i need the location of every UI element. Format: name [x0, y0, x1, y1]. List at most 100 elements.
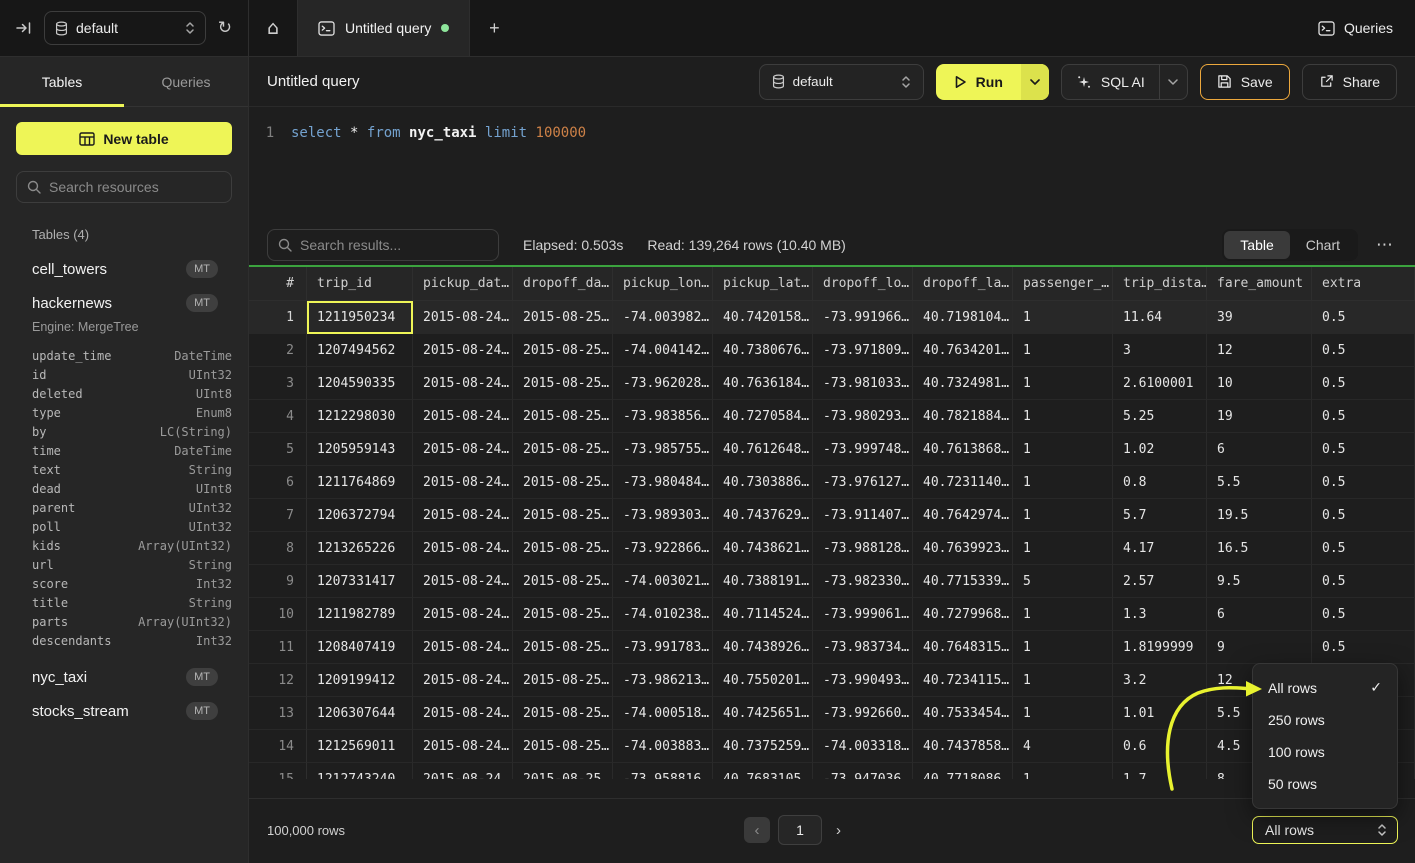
refresh-button[interactable]: ↻	[218, 18, 232, 38]
table-cell[interactable]: -73.999748…	[813, 433, 913, 466]
table-cell[interactable]: 0.5	[1312, 466, 1415, 499]
table-cell[interactable]: 0.5	[1312, 499, 1415, 532]
table-cell[interactable]: 2015-08-24…	[413, 763, 513, 779]
column-header[interactable]: dropoff_da…	[513, 267, 613, 300]
row-number[interactable]: 12	[249, 664, 307, 697]
table-cell[interactable]: 0.5	[1312, 367, 1415, 400]
table-cell[interactable]: 40.7437858…	[913, 730, 1013, 763]
table-cell[interactable]: 6	[1207, 598, 1312, 631]
page-size-option[interactable]: 250 rows	[1253, 704, 1397, 736]
queries-button[interactable]: Queries	[1318, 20, 1393, 36]
table-cell[interactable]: -73.983734…	[813, 631, 913, 664]
table-row[interactable]: 912073314172015-08-24…2015-08-25…-74.003…	[249, 565, 1415, 598]
table-cell[interactable]: 3	[1113, 334, 1207, 367]
sql-editor[interactable]: 1 select * from nyc_taxi limit 100000	[249, 107, 1415, 225]
row-number[interactable]: 9	[249, 565, 307, 598]
table-cell[interactable]: 0.5	[1312, 532, 1415, 565]
table-cell[interactable]: -73.976127…	[813, 466, 913, 499]
table-cell[interactable]: 40.7533454…	[913, 697, 1013, 730]
table-cell[interactable]: 5	[1013, 565, 1113, 598]
table-cell[interactable]: 1208407419	[307, 631, 413, 664]
table-cell[interactable]: 11.64	[1113, 301, 1207, 334]
table-cell[interactable]: 1204590335	[307, 367, 413, 400]
table-row[interactable]: 1112084074192015-08-24…2015-08-25…-73.99…	[249, 631, 1415, 664]
table-cell[interactable]: 12	[1207, 334, 1312, 367]
tab-home[interactable]: ⌂	[249, 0, 297, 56]
table-cell[interactable]: 19	[1207, 400, 1312, 433]
table-cell[interactable]: 1	[1013, 499, 1113, 532]
table-cell[interactable]: 2015-08-24…	[413, 499, 513, 532]
table-cell[interactable]: 2015-08-25…	[513, 763, 613, 779]
table-cell[interactable]: -73.980293…	[813, 400, 913, 433]
query-database-selector[interactable]: default	[759, 64, 924, 100]
table-cell[interactable]: 40.7425651…	[713, 697, 813, 730]
table-cell[interactable]: 2015-08-24…	[413, 565, 513, 598]
table-cell[interactable]: 0.5	[1312, 301, 1415, 334]
search-resources-input[interactable]	[49, 179, 230, 195]
table-cell[interactable]: 1	[1013, 433, 1113, 466]
table-cell[interactable]: 40.7821884…	[913, 400, 1013, 433]
table-cell[interactable]: 2015-08-25…	[513, 466, 613, 499]
column-header[interactable]: fare_amount	[1207, 267, 1312, 300]
table-cell[interactable]: 1212298030	[307, 400, 413, 433]
table-row[interactable]: 312045903352015-08-24…2015-08-25…-73.962…	[249, 367, 1415, 400]
table-cell[interactable]: 2.6100001	[1113, 367, 1207, 400]
table-cell[interactable]: -73.911407…	[813, 499, 913, 532]
table-cell[interactable]: -74.004142…	[613, 334, 713, 367]
table-row[interactable]: 512059591432015-08-24…2015-08-25…-73.985…	[249, 433, 1415, 466]
column-header[interactable]: pickup_lat…	[713, 267, 813, 300]
table-cell[interactable]: 1213265226	[307, 532, 413, 565]
table-cell[interactable]: -74.003883…	[613, 730, 713, 763]
table-cell[interactable]: 1212569011	[307, 730, 413, 763]
table-cell[interactable]: 0.5	[1312, 565, 1415, 598]
row-number[interactable]: 3	[249, 367, 307, 400]
table-cell[interactable]: 2015-08-25…	[513, 301, 613, 334]
table-cell[interactable]: -73.988128…	[813, 532, 913, 565]
table-cell[interactable]: 40.7198104…	[913, 301, 1013, 334]
table-cell[interactable]: 2015-08-24…	[413, 532, 513, 565]
table-cell[interactable]: 2015-08-24…	[413, 301, 513, 334]
table-cell[interactable]: 39	[1207, 301, 1312, 334]
table-cell[interactable]: 40.7718086…	[913, 763, 1013, 779]
table-row[interactable]: 112119502342015-08-24…2015-08-25…-74.003…	[249, 301, 1415, 334]
table-cell[interactable]: 2015-08-25…	[513, 631, 613, 664]
table-cell[interactable]: 40.7114524…	[713, 598, 813, 631]
view-toggle-table[interactable]: Table	[1224, 231, 1289, 259]
table-cell[interactable]: -73.983856…	[613, 400, 713, 433]
table-cell[interactable]: 1.01	[1113, 697, 1207, 730]
column-header[interactable]: dropoff_la…	[913, 267, 1013, 300]
table-row[interactable]: 412122980302015-08-24…2015-08-25…-73.983…	[249, 400, 1415, 433]
table-cell[interactable]: 0.5	[1312, 400, 1415, 433]
table-cell[interactable]: 40.7270584…	[713, 400, 813, 433]
table-cell[interactable]: 9	[1207, 631, 1312, 664]
table-cell[interactable]: 40.7303886…	[713, 466, 813, 499]
table-cell[interactable]: 1206372794	[307, 499, 413, 532]
table-cell[interactable]: -74.010238…	[613, 598, 713, 631]
table-cell[interactable]: 0.8	[1113, 466, 1207, 499]
page-size-option[interactable]: 50 rows	[1253, 768, 1397, 800]
page-size-select[interactable]: All rows	[1252, 816, 1398, 844]
table-cell[interactable]: -73.991966…	[813, 301, 913, 334]
table-cell[interactable]: 5.5	[1207, 466, 1312, 499]
table-cell[interactable]: 40.7279968…	[913, 598, 1013, 631]
new-table-button[interactable]: New table	[16, 122, 232, 155]
table-cell[interactable]: 1207494562	[307, 334, 413, 367]
topbar-database-selector[interactable]: default	[44, 11, 206, 45]
table-cell[interactable]: 1211950234	[307, 301, 413, 334]
table-cell[interactable]: 3.2	[1113, 664, 1207, 697]
sidebar-item-cell-towers[interactable]: cell_towers MT	[0, 252, 248, 286]
table-row[interactable]: 1212091994122015-08-24…2015-08-25…-73.98…	[249, 664, 1415, 697]
table-cell[interactable]: 2015-08-24…	[413, 664, 513, 697]
table-cell[interactable]: 1211982789	[307, 598, 413, 631]
row-number[interactable]: 7	[249, 499, 307, 532]
table-cell[interactable]: 40.7612648…	[713, 433, 813, 466]
table-cell[interactable]: -74.003318…	[813, 730, 913, 763]
table-cell[interactable]: 1	[1013, 466, 1113, 499]
share-button[interactable]: Share	[1302, 64, 1397, 100]
table-cell[interactable]: 40.7648315…	[913, 631, 1013, 664]
table-cell[interactable]: 1.3	[1113, 598, 1207, 631]
table-cell[interactable]: -73.985755…	[613, 433, 713, 466]
table-cell[interactable]: 0.5	[1312, 631, 1415, 664]
search-results-input[interactable]	[300, 237, 488, 253]
table-row[interactable]: 1312063076442015-08-24…2015-08-25…-74.00…	[249, 697, 1415, 730]
